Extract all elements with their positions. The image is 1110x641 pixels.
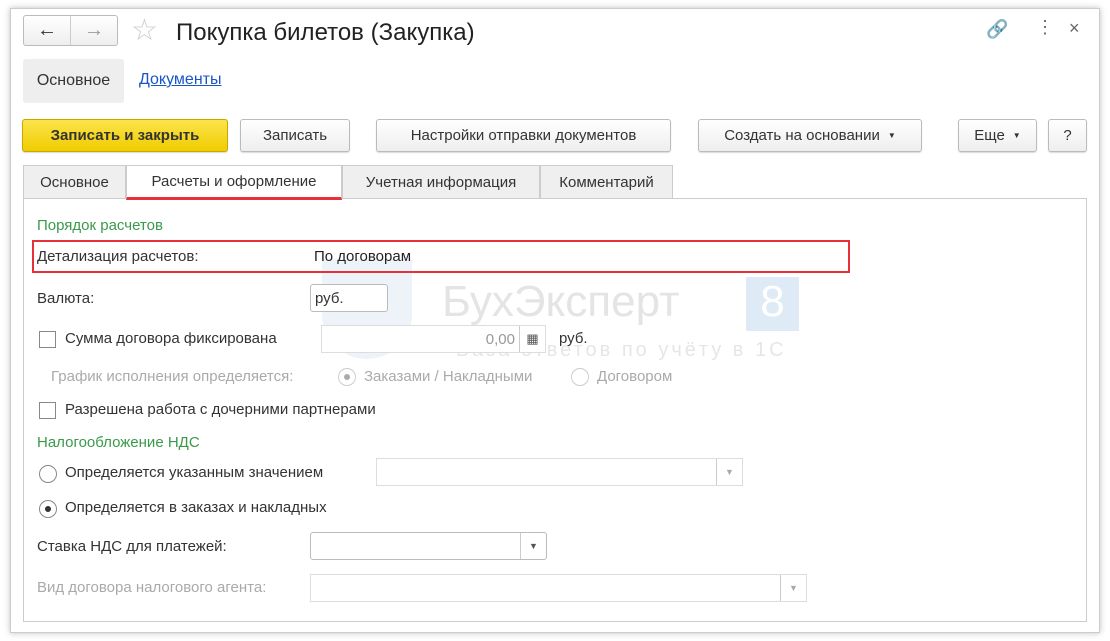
section-settlement-order: Порядок расчетов [37,217,163,234]
schedule-contract-label: Договором [597,368,673,385]
fixed-sum-field[interactable]: 0,00 ▦ [321,325,546,353]
tab-accounting-info[interactable]: Учетная информация [342,165,540,199]
subpartners-label: Разрешена работа с дочерними партнерами [65,401,376,418]
send-settings-button[interactable]: Настройки отправки документов [376,119,671,152]
watermark-brand: БухЭксперт [442,277,680,326]
schedule-orders-label: Заказами / Накладными [364,368,533,385]
history-nav: ← → [23,15,118,46]
link-icon[interactable]: 🔗 [986,19,1008,40]
currency-label: Валюта: [37,290,95,307]
tab-comment[interactable]: Комментарий [540,165,673,199]
agent-select[interactable]: ▼ [310,574,807,602]
document-window: ← → ☆ Покупка билетов (Закупка) 🔗 ⋮ × Ос… [10,8,1100,633]
save-button[interactable]: Записать [240,119,350,152]
chevron-down-icon[interactable]: ▼ [780,575,806,601]
watermark-badge: 8 [746,277,799,331]
chevron-down-icon: ▼ [887,131,896,140]
create-based-label: Создать на основании [724,127,880,144]
save-and-close-button[interactable]: Записать и закрыть [22,119,228,152]
vat-value-select[interactable]: ▼ [376,458,743,486]
star-icon[interactable]: ☆ [131,13,158,48]
help-button[interactable]: ? [1048,119,1087,152]
nav-tab-documents[interactable]: Документы [139,71,221,89]
schedule-orders-radio[interactable] [338,368,356,386]
vat-specified-radio[interactable] [39,465,57,483]
tab-settlements[interactable]: Расчеты и оформление [126,165,342,200]
vat-orders-label: Определяется в заказах и накладных [65,499,327,516]
detail-label: Детализация расчетов: [37,248,199,265]
window-title: Покупка билетов (Закупка) [176,19,475,46]
vat-orders-radio[interactable] [39,500,57,518]
more-label: Еще [974,127,1005,144]
vat-specified-label: Определяется указанным значением [65,464,324,481]
fixed-sum-unit: руб. [559,330,588,347]
chevron-down-icon[interactable]: ▼ [716,459,742,485]
more-button[interactable]: Еще ▼ [958,119,1037,152]
calculator-icon[interactable]: ▦ [519,326,545,352]
agent-label: Вид договора налогового агента: [37,579,267,596]
back-button[interactable]: ← [24,16,71,45]
create-based-button[interactable]: Создать на основании ▼ [698,119,922,152]
tab-content: БухЭксперт 8 База ответов по учёту в 1С … [23,198,1087,622]
currency-field[interactable]: руб. [310,284,388,312]
chevron-down-icon: ▼ [1012,131,1021,140]
schedule-contract-radio[interactable] [571,368,589,386]
fixed-sum-checkbox[interactable] [39,331,56,348]
chevron-down-icon[interactable]: ▼ [520,533,546,559]
detail-value[interactable]: По договорам [314,248,411,265]
forward-button[interactable]: → [71,16,117,45]
close-icon[interactable]: × [1069,18,1080,39]
fixed-sum-label: Сумма договора фиксирована [65,330,277,347]
vat-rate-label: Ставка НДС для платежей: [37,538,227,555]
fixed-sum-value: 0,00 [485,330,515,348]
tab-main[interactable]: Основное [23,165,126,199]
more-menu-icon[interactable]: ⋮ [1036,17,1054,38]
nav-tab-main[interactable]: Основное [23,59,124,103]
vat-rate-select[interactable]: ▼ [310,532,547,560]
subpartners-checkbox[interactable] [39,402,56,419]
schedule-label: График исполнения определяется: [51,368,294,385]
section-vat: Налогообложение НДС [37,434,200,451]
